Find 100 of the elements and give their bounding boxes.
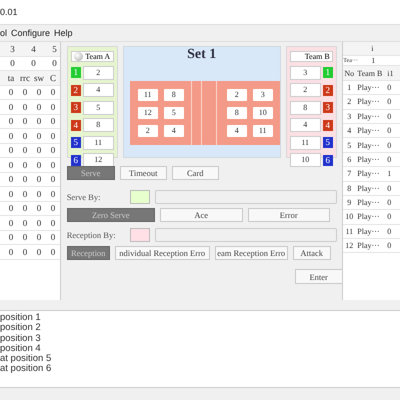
- column-header: i1: [387, 68, 395, 78]
- player-field[interactable]: 11: [82, 136, 114, 150]
- log-line: position 1: [0, 313, 41, 323]
- table-cell-text: 0: [22, 246, 28, 257]
- table-cell-text: 0: [22, 145, 28, 156]
- position-badge: 1: [70, 67, 81, 78]
- table-cell-text: 5: [346, 140, 352, 150]
- player-field[interactable]: 11: [290, 136, 321, 150]
- table-cell-text: 0: [50, 246, 56, 257]
- menu-item[interactable]: ol: [0, 28, 8, 38]
- player-cell: 5: [164, 107, 184, 119]
- position-badge: 1: [322, 67, 333, 78]
- player-cell: 2: [138, 125, 158, 137]
- position-badge: 6: [322, 154, 333, 166]
- window-title: 0.01: [0, 7, 18, 17]
- table-cell-text: 0: [22, 232, 28, 242]
- table-cell-text: 0: [36, 130, 42, 141]
- table-cell-text: 0: [50, 130, 56, 141]
- result-button[interactable]: Error: [248, 208, 330, 222]
- player-cell: 3: [252, 89, 273, 101]
- position-badge: 4: [70, 120, 81, 130]
- table-cell-text: 10: [344, 212, 354, 222]
- table-cell-text: 0: [387, 112, 392, 121]
- table-cell-text: 0: [387, 82, 392, 92]
- table-cell-text: 0: [50, 188, 56, 199]
- table-cell-text: 0: [36, 145, 42, 156]
- table-cell-text: 0: [387, 126, 392, 136]
- table-cell-text: Play···: [356, 97, 381, 106]
- action-tab[interactable]: Timeout: [120, 166, 167, 180]
- player-cell: 12: [138, 107, 158, 119]
- table-cell-text: 0: [22, 102, 28, 112]
- table-cell-text: 0: [50, 218, 56, 228]
- player-cell: 11: [138, 89, 158, 101]
- table-cell-text: 0: [50, 203, 56, 214]
- table-cell-text: 0: [50, 102, 56, 112]
- team-name-button[interactable]: Team A: [70, 51, 114, 62]
- color-swatch: [130, 190, 150, 204]
- player-field[interactable]: 8: [290, 100, 321, 114]
- action-tab[interactable]: Card: [172, 166, 219, 180]
- player-field[interactable]: 2: [290, 83, 321, 97]
- menu-item[interactable]: Configure: [11, 28, 50, 38]
- column-header: 3: [9, 44, 16, 54]
- column-header: ta: [6, 72, 16, 83]
- column-header: 5: [51, 44, 58, 54]
- input-field[interactable]: [154, 228, 337, 242]
- player-cell: 8: [226, 107, 247, 119]
- menu-item[interactable]: Help: [54, 28, 73, 38]
- column-header: rrc: [19, 72, 31, 83]
- table-cell-text: 0: [22, 218, 28, 228]
- table-cell-text: 0: [8, 246, 14, 257]
- player-field[interactable]: 3: [290, 66, 321, 80]
- table-cell-text: 0: [22, 87, 28, 98]
- enter-button[interactable]: Enter: [294, 269, 343, 284]
- table-cell-text: Play···: [356, 241, 381, 250]
- player-field[interactable]: 12: [82, 153, 114, 167]
- column-header: Team B: [356, 68, 384, 78]
- color-swatch: [130, 228, 150, 242]
- table-cell-text: 0: [8, 160, 14, 170]
- table-cell-text: 2: [346, 97, 352, 106]
- result-button[interactable]: Ace: [160, 208, 243, 222]
- table-cell-text: 0: [50, 145, 56, 156]
- player-cell: 4: [164, 125, 184, 137]
- table-cell-text: 0: [36, 232, 42, 242]
- table-cell-text: Play···: [356, 184, 381, 193]
- table-cell-text: 0: [50, 116, 56, 126]
- player-field[interactable]: 5: [82, 100, 114, 114]
- field-label: Reception By:: [66, 230, 117, 240]
- table-cell-text: 12: [344, 241, 354, 250]
- player-field[interactable]: 8: [82, 118, 114, 132]
- table-cell-text: 0: [22, 188, 28, 199]
- set-title: Set 1: [186, 47, 218, 64]
- position-badge: 3: [70, 102, 81, 113]
- table-cell-text: 0: [36, 116, 42, 126]
- table-cell-text: 0: [9, 58, 16, 68]
- result-button[interactable]: ndividual Reception Erro: [114, 246, 210, 260]
- log-line: at position 5: [0, 354, 52, 364]
- table-cell-text: 0: [387, 154, 392, 164]
- log-line: position 3: [0, 334, 41, 344]
- table-cell-text: 0: [36, 160, 42, 170]
- player-cell: 10: [252, 107, 273, 119]
- position-badge: 3: [322, 102, 333, 113]
- player-field[interactable]: 4: [82, 83, 114, 97]
- position-badge: 5: [70, 137, 81, 148]
- result-button[interactable]: Attack: [292, 246, 331, 260]
- player-field[interactable]: 10: [290, 153, 321, 167]
- team-name-button[interactable]: Team B: [290, 51, 333, 62]
- table-cell-text: 0: [387, 184, 392, 193]
- player-cell: 11: [252, 125, 273, 137]
- table-cell-text: 0: [387, 140, 392, 150]
- result-button[interactable]: eam Reception Erro: [214, 246, 288, 260]
- input-field[interactable]: [154, 190, 337, 204]
- table-cell-text: 0: [22, 203, 28, 214]
- player-field[interactable]: 4: [290, 118, 321, 132]
- position-badge: 6: [70, 154, 81, 166]
- player-field[interactable]: 2: [82, 66, 114, 80]
- position-badge: 4: [322, 120, 333, 130]
- log-line: position 2: [0, 323, 41, 334]
- table-cell-text: 0: [30, 58, 37, 68]
- field-label: Serve By:: [66, 192, 102, 202]
- column-header: C: [48, 72, 57, 83]
